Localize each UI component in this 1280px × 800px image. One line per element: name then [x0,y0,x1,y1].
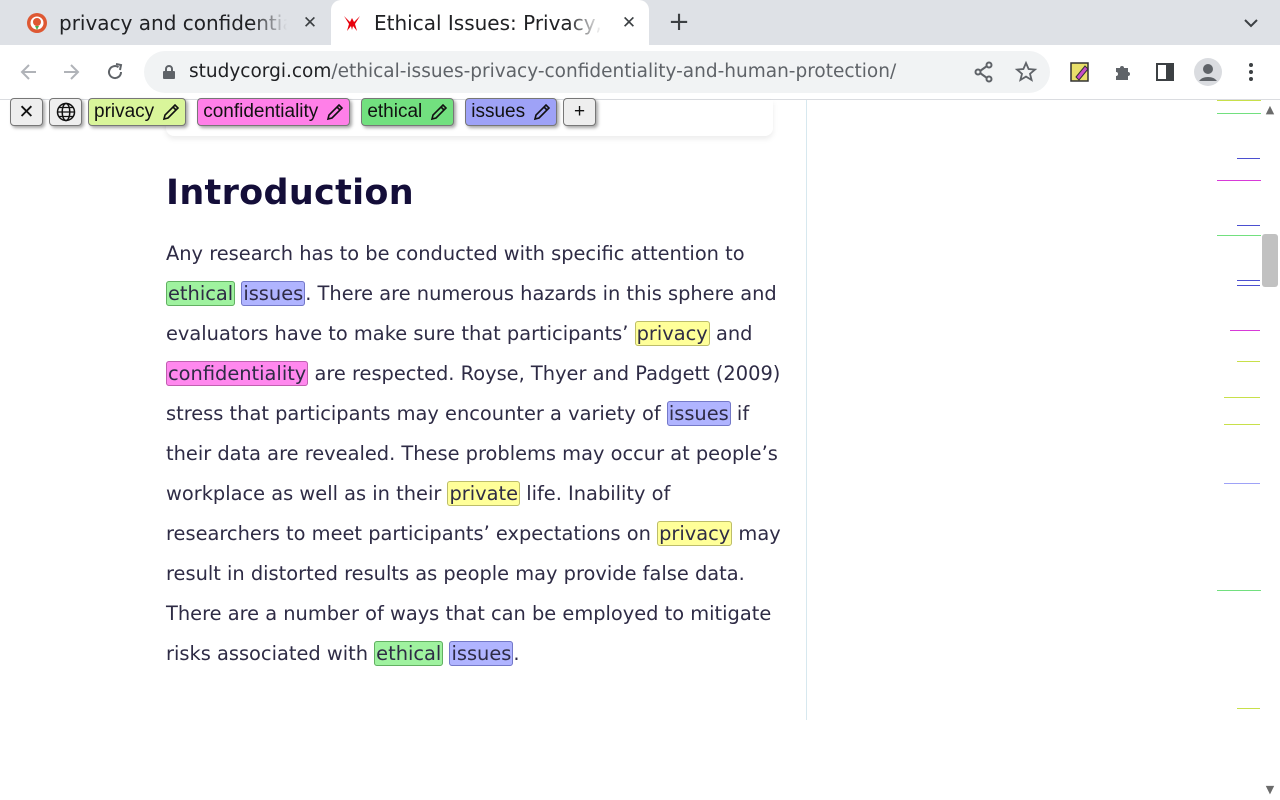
scroll-marker [1224,424,1260,425]
scrollbar-thumb[interactable] [1262,234,1278,287]
menu-button[interactable] [1236,57,1266,87]
studycorgi-icon [344,16,360,31]
keyword-label: issues [471,101,526,122]
tab-privacy-search[interactable]: privacy and confidentiality ✕ [16,0,330,45]
tab-strip: privacy and confidentiality ✕ Ethical Is… [0,0,1280,45]
close-icon: ✕ [18,101,35,123]
keyword-list: privacy confidentiality ethical issues [88,98,558,126]
keyword-chip-ethical[interactable]: ethical [361,98,455,126]
profile-button[interactable] [1193,57,1223,87]
browser-toolbar: studycorgi.com/ethical-issues-privacy-co… [0,45,1280,100]
highlight-confidentiality: confidentiality [166,361,309,386]
scroll-marker [1217,113,1261,114]
address-bar[interactable]: studycorgi.com/ethical-issues-privacy-co… [144,51,1050,93]
pencil-icon[interactable] [532,102,552,122]
keyword-chip-issues[interactable]: issues [465,98,558,126]
share-icon[interactable] [972,60,996,84]
tab-search-chevron-icon[interactable] [1238,10,1264,36]
avatar-icon [1194,58,1222,86]
paragraph-text: Any research has to be conducted with sp… [166,242,745,265]
scroll-up-arrow-icon[interactable]: ▲ [1263,103,1277,117]
side-panel-icon [1156,63,1174,81]
globe-icon [56,102,75,122]
highlight-issues: issues [666,401,731,426]
highlight-issues: issues [241,281,306,306]
keyword-chip-confidentiality[interactable]: confidentiality [197,98,351,126]
scroll-marker [1217,100,1261,101]
highlight-issues: issues [449,641,514,666]
scroll-marker [1217,180,1261,181]
reload-button[interactable] [100,57,130,87]
highlight-privacy: privacy [657,521,733,546]
article-body: Introduction Any research has to be cond… [166,168,781,674]
scroll-down-arrow-icon[interactable]: ▼ [1263,783,1277,797]
paragraph-text: . [513,642,520,665]
plus-icon: + [574,101,586,122]
scroll-marker [1217,590,1261,591]
scrollbar-track[interactable] [1260,100,1280,800]
keyword-label: ethical [367,101,423,122]
highlighter-toolbar: ✕ privacy confidentiality ethical issues + [10,98,597,126]
tab-title: privacy and confidentiality [59,11,287,35]
highlight-privacy: private [447,481,521,506]
highlight-privacy: privacy [634,321,710,346]
keyword-label: privacy [94,101,155,122]
kebab-menu-icon [1249,63,1253,81]
extensions-button[interactable] [1108,57,1138,87]
scroll-marker [1224,397,1260,398]
keyword-chip-privacy[interactable]: privacy [88,98,187,126]
intro-paragraph: Any research has to be conducted with sp… [166,234,781,674]
keyword-label: confidentiality [203,101,319,122]
scroll-marker [1217,235,1261,236]
scroll-marker [1237,285,1260,286]
scroll-marker [1224,483,1260,484]
scroll-marker [1237,361,1260,362]
tab-ethical-issues[interactable]: Ethical Issues: Privacy, Confidentiality… [331,0,649,45]
reload-icon [108,63,123,80]
scroll-marker [1237,708,1260,709]
puzzle-piece-icon [1116,66,1130,80]
forward-arrow-icon [64,64,80,80]
new-tab-button[interactable]: + [664,8,694,38]
lock-icon[interactable] [162,64,176,80]
highlight-ethical: ethical [374,641,444,666]
add-keyword-button[interactable]: + [563,98,597,126]
scroll-marker [1230,330,1260,331]
side-panel-button[interactable] [1150,57,1180,87]
tab-title: Ethical Issues: Privacy, Confidentiality [374,11,602,35]
content-divider [806,100,807,720]
page-title: Introduction [166,173,414,213]
pencil-icon[interactable] [325,102,345,122]
back-button[interactable] [14,57,44,87]
url-text[interactable]: studycorgi.com/ethical-issues-privacy-co… [189,60,896,84]
scroll-marker [1237,280,1260,281]
pencil-icon[interactable] [161,102,181,122]
back-arrow-icon [20,64,36,80]
highlighter-extension-icon [1070,62,1089,82]
close-tab-icon[interactable]: ✕ [300,13,320,33]
pencil-icon[interactable] [429,102,449,122]
scroll-marker [1237,158,1260,159]
highlighter-global-button[interactable] [49,98,82,126]
highlighter-extension-button[interactable] [1065,57,1095,87]
bookmark-star-icon[interactable] [1014,60,1038,84]
paragraph-text: and [709,322,753,345]
close-tab-icon[interactable]: ✕ [619,13,639,33]
highlight-ethical: ethical [166,281,236,306]
forward-button[interactable] [56,57,86,87]
duckduckgo-icon [27,13,47,33]
scroll-marker [1237,225,1260,226]
highlighter-close-button[interactable]: ✕ [10,98,43,126]
